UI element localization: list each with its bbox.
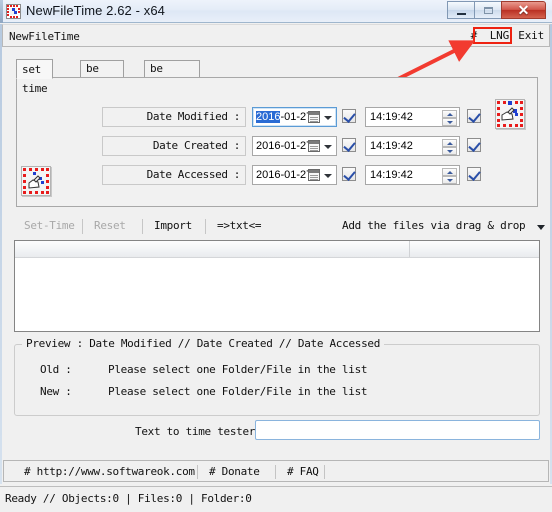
calendar-icon[interactable] (308, 111, 320, 123)
time-input-modified[interactable]: 14:19:42 (365, 107, 460, 127)
window-edge-left (0, 24, 2, 484)
spinner-up-icon[interactable] (442, 139, 457, 147)
chevron-down-icon[interactable] (324, 116, 332, 120)
checkerboard-hand-icon[interactable] (495, 99, 525, 129)
label-date-created: Date Created : (102, 136, 246, 156)
time-input-accessed[interactable]: 14:19:42 (365, 165, 460, 185)
time-input-created[interactable]: 14:19:42 (365, 136, 460, 156)
links-bar: # http://www.softwareok.com # Donate # F… (3, 460, 549, 482)
checkbox-date-modified[interactable] (342, 109, 356, 123)
calendar-icon[interactable] (308, 169, 320, 181)
title-bar-accent (0, 0, 3, 23)
spinner-up-icon[interactable] (442, 110, 457, 118)
time-input-modified-value: 14:19:42 (370, 111, 413, 123)
menu-item-exit[interactable]: Exit (518, 29, 544, 42)
checkbox-time-accessed[interactable] (467, 167, 481, 181)
spinner-down-icon[interactable] (442, 176, 457, 184)
checkbox-date-accessed[interactable] (342, 167, 356, 181)
tab-set-time[interactable]: set time (16, 59, 54, 95)
time-input-created-value: 14:19:42 (370, 140, 413, 152)
date-row-modified: Date Modified : 2016-01-27 14:19:42 (17, 107, 539, 129)
app-window: NewFileTime 2.62 - x64 ✕ NewFileTime # L… (0, 0, 552, 512)
spinner-up-icon[interactable] (442, 168, 457, 176)
export-txt-button[interactable]: =>txt<= (217, 217, 262, 235)
preview-new-label: New : (40, 385, 72, 398)
date-input-modified[interactable]: 2016-01-27 (252, 107, 337, 127)
preview-new-value: Please select one Folder/File in the lis… (108, 385, 368, 398)
preview-old-label: Old : (40, 363, 72, 376)
date-row-accessed: Date Accessed : 2016-01-27 14:19:42 (17, 165, 539, 187)
tab-panel-set-time: Date Modified : 2016-01-27 14:19:42 Date… (16, 77, 538, 207)
chevron-down-icon[interactable] (324, 174, 332, 178)
calendar-icon[interactable] (308, 140, 320, 152)
tab-be-younger[interactable]: be younger (144, 60, 201, 91)
minimize-button[interactable] (447, 1, 475, 19)
preview-old-value: Please select one Folder/File in the lis… (108, 363, 368, 376)
drag-drop-hint[interactable]: Add the files via drag & drop (342, 217, 526, 235)
checkbox-time-modified[interactable] (467, 109, 481, 123)
date-row-created: Date Created : 2016-01-27 14:19:42 (17, 136, 539, 158)
checkerboard-hand-icon[interactable] (21, 166, 51, 196)
tester-label: Text to time tester (135, 425, 256, 438)
file-list[interactable] (14, 240, 540, 332)
menu-app-name: NewFileTime (9, 30, 80, 43)
column-divider[interactable] (409, 241, 410, 257)
menu-bar: NewFileTime # LNG Exit (2, 24, 550, 47)
date-input-created[interactable]: 2016-01-27 (252, 136, 337, 156)
date-input-accessed-value: 2016-01-27 (256, 169, 313, 181)
menu-item-lng[interactable]: LNG (490, 29, 509, 42)
preview-group (14, 344, 540, 416)
minimize-icon (457, 13, 466, 15)
title-bar: NewFileTime 2.62 - x64 ✕ (0, 0, 552, 23)
date-input-accessed[interactable]: 2016-01-27 (252, 165, 337, 185)
window-title: NewFileTime 2.62 - x64 (26, 3, 165, 18)
spinner-time-modified[interactable] (442, 110, 457, 126)
import-button[interactable]: Import (154, 217, 192, 235)
maximize-button[interactable] (474, 1, 502, 19)
close-button[interactable]: ✕ (501, 1, 546, 19)
time-input-accessed-value: 14:19:42 (370, 169, 413, 181)
link-separator (197, 465, 198, 479)
spinner-down-icon[interactable] (442, 118, 457, 126)
close-icon: ✕ (517, 1, 530, 18)
label-date-accessed: Date Accessed : (102, 165, 246, 185)
set-time-button[interactable]: Set-Time (24, 217, 75, 235)
link-website[interactable]: # http://www.softwareok.com (24, 465, 195, 478)
menu-item-hash[interactable]: # (471, 29, 478, 42)
chevron-down-icon[interactable] (537, 225, 545, 230)
label-date-modified: Date Modified : (102, 107, 246, 127)
chevron-down-icon[interactable] (324, 145, 332, 149)
status-text: Ready // Objects:0 | Files:0 | Folder:0 (5, 492, 252, 505)
date-input-modified-selection: 2016 (256, 111, 281, 123)
checkbox-time-created[interactable] (467, 138, 481, 152)
preview-legend: Preview : Date Modified // Date Created … (22, 337, 385, 350)
status-bar: Ready // Objects:0 | Files:0 | Folder:0 (0, 486, 552, 512)
file-list-header (15, 241, 539, 258)
toolbar-separator (205, 219, 206, 234)
date-input-created-value: 2016-01-27 (256, 140, 313, 152)
toolbar-separator (142, 219, 143, 234)
spinner-down-icon[interactable] (442, 147, 457, 155)
reset-button[interactable]: Reset (94, 217, 126, 235)
action-toolbar: Set-Time Reset Import =>txt<= Add the fi… (12, 217, 545, 237)
link-separator (275, 465, 276, 479)
checkbox-date-created[interactable] (342, 138, 356, 152)
link-faq[interactable]: # FAQ (287, 465, 319, 478)
maximize-icon (484, 7, 493, 14)
tester-input[interactable] (255, 420, 540, 440)
link-separator (324, 465, 325, 479)
toolbar-separator (82, 219, 83, 234)
spinner-time-created[interactable] (442, 139, 457, 155)
tab-be-older[interactable]: be older (80, 60, 124, 91)
spinner-time-accessed[interactable] (442, 168, 457, 184)
link-donate[interactable]: # Donate (209, 465, 260, 478)
app-icon (6, 4, 21, 19)
